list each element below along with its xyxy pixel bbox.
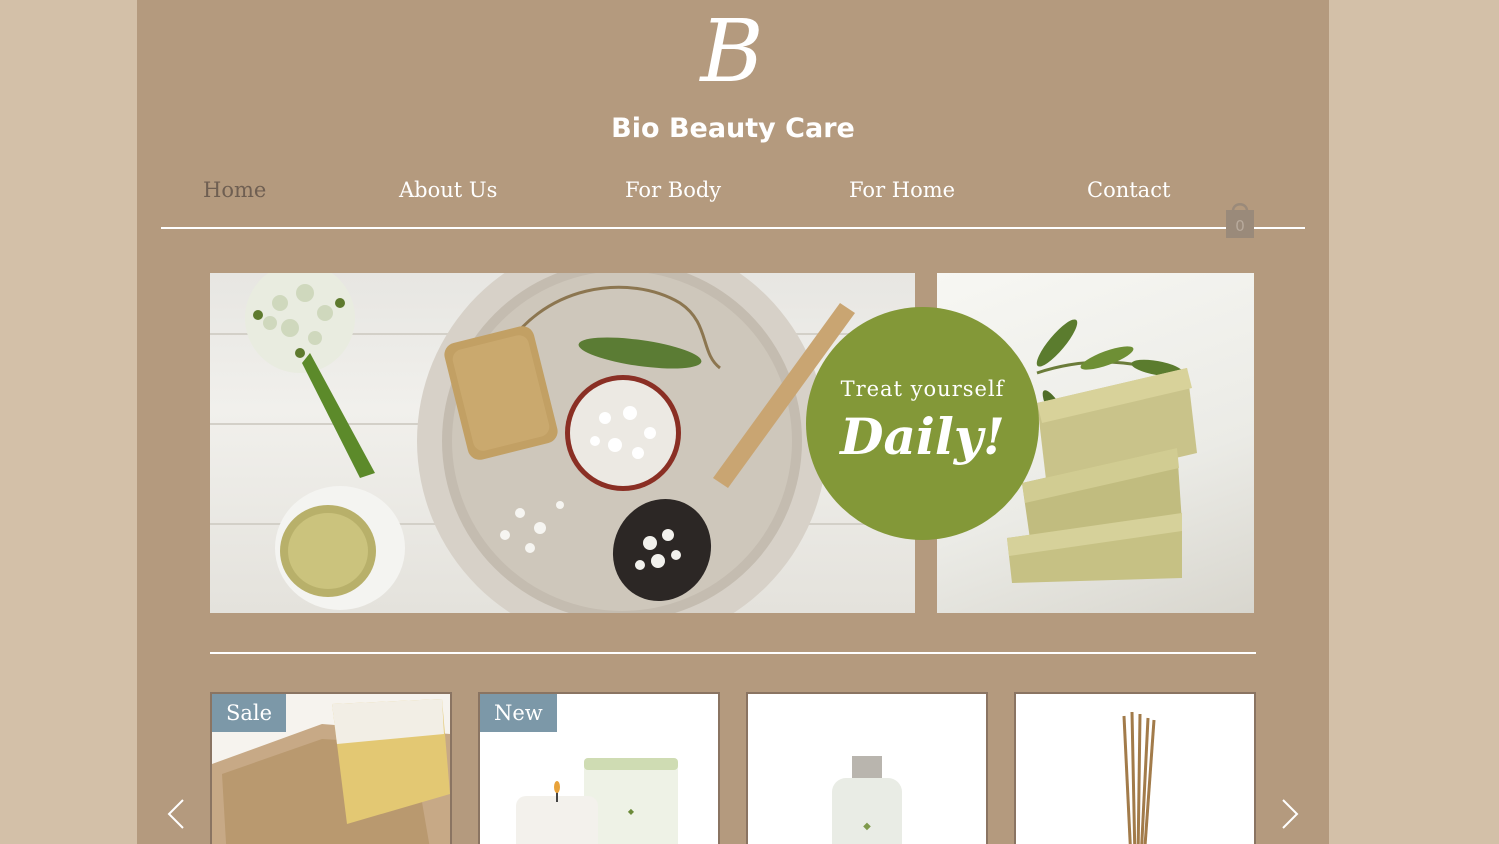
cart-button[interactable]: 0 — [1224, 199, 1256, 239]
product-image-bottle: ◆ — [748, 694, 986, 844]
promo-badge-line1: Treat yourself — [840, 377, 1005, 401]
logo[interactable]: B — [682, 9, 782, 95]
slider-next-button[interactable] — [1277, 796, 1303, 832]
promo-badge: Treat yourself Daily! — [806, 307, 1039, 540]
nav-contact[interactable]: Contact — [1087, 178, 1170, 202]
slider-prev-button[interactable] — [163, 796, 189, 832]
product-card[interactable]: Sale — [210, 692, 452, 844]
product-card[interactable]: ◆ — [746, 692, 988, 844]
chevron-right-icon — [1282, 799, 1299, 829]
ribbon-new: New — [480, 694, 557, 732]
svg-text:◆: ◆ — [628, 807, 635, 816]
chevron-left-icon — [167, 799, 184, 829]
promo-badge-line2: Daily! — [840, 407, 1005, 466]
page-container: B Bio Beauty Care Home About Us For Body… — [137, 0, 1329, 844]
main-nav: Home About Us For Body For Home Contact — [161, 174, 1305, 229]
product-card[interactable] — [1014, 692, 1256, 844]
brand-name[interactable]: Bio Beauty Care — [137, 113, 1329, 144]
product-card[interactable]: ◆ New — [478, 692, 720, 844]
cart-count: 0 — [1235, 217, 1245, 235]
section-divider — [210, 652, 1256, 654]
nav-about-us[interactable]: About Us — [399, 178, 497, 202]
shopping-bag-icon: 0 — [1226, 203, 1254, 238]
nav-home[interactable]: Home — [203, 178, 266, 202]
nav-for-home[interactable]: For Home — [849, 178, 955, 202]
svg-text:◆: ◆ — [863, 821, 871, 832]
product-image-reed-diffuser — [1016, 694, 1254, 844]
ribbon-sale: Sale — [212, 694, 287, 732]
nav-for-body[interactable]: For Body — [625, 178, 721, 202]
